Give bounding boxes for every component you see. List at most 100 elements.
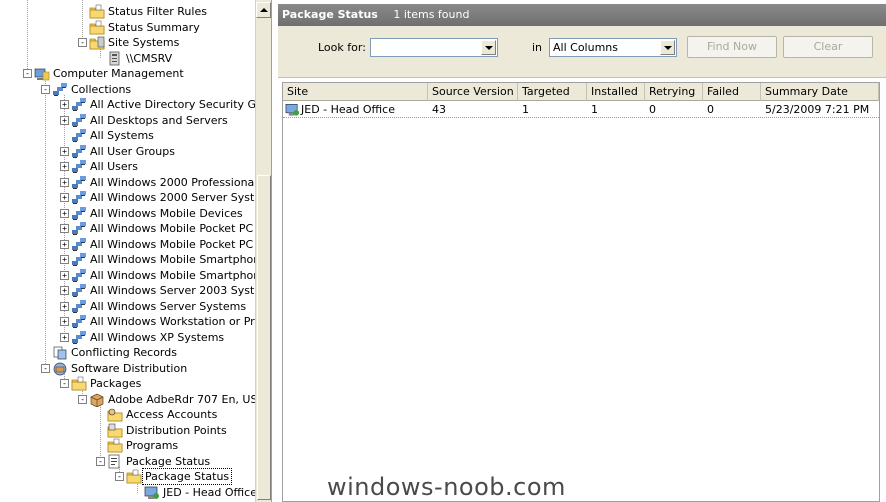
expand-icon[interactable]: +: [60, 208, 69, 218]
tree-item-label: Package Status: [126, 454, 211, 468]
tree-item[interactable]: + All Windows Server 2003 Systems: [0, 283, 271, 298]
tree-item[interactable]: Status Summary: [0, 20, 255, 35]
access-accounts-icon: [107, 408, 123, 422]
expand-icon[interactable]: +: [60, 332, 69, 342]
tree-item-label: Adobe AdbeRdr 707 En, US: [108, 392, 258, 406]
collapse-icon[interactable]: -: [78, 38, 87, 47]
tree-item-label: All Windows 2000 Server Systems: [90, 191, 272, 204]
table-row[interactable]: JED - Head Office 43 1 1 0 0 5/23/2009 7:21 PM: [283, 101, 879, 118]
expand-icon[interactable]: +: [60, 146, 69, 156]
tree-item-label: Distribution Points: [126, 423, 227, 437]
tree-item[interactable]: + All Windows XP Systems: [0, 330, 255, 345]
tree-item[interactable]: + All Windows Mobile Smartphone 2003: [0, 252, 271, 267]
look-for-combo[interactable]: [370, 38, 498, 57]
tree-item[interactable]: + All Windows 2000 Server Systems: [0, 190, 271, 205]
column-header[interactable]: Installed: [587, 83, 645, 101]
column-header[interactable]: Retrying: [645, 83, 703, 101]
list-header: Site Source Version Targeted Installed Retry…: [283, 83, 879, 101]
tree-item[interactable]: + All Users: [0, 159, 255, 174]
tree-item[interactable]: + All Windows Mobile Devices: [0, 206, 255, 221]
package-status-icon: [108, 454, 120, 468]
scroll-thumb[interactable]: [257, 175, 271, 500]
collection-icon: [72, 315, 86, 328]
column-header[interactable]: Failed: [703, 83, 761, 101]
column-header[interactable]: Targeted: [518, 83, 587, 101]
column-header[interactable]: Source Version: [428, 83, 518, 101]
table-cell: 43: [432, 103, 446, 116]
tree-item[interactable]: - Adobe AdbeRdr 707 En, US: [0, 392, 258, 407]
tree-item[interactable]: Programs: [0, 438, 255, 453]
expand-icon[interactable]: +: [60, 162, 69, 171]
tree-item-label: Access Accounts: [126, 408, 218, 421]
expand-icon[interactable]: +: [60, 224, 69, 233]
tree-item[interactable]: - Packages: [0, 376, 255, 391]
tree-item-label: All User Groups: [90, 144, 175, 158]
in-label: in: [532, 41, 543, 54]
tree-item[interactable]: + All Windows Mobile Pocket PC 5.0 Device…: [0, 237, 271, 252]
software-distribution-icon: [53, 362, 67, 375]
tree-item-label: Computer Management: [53, 67, 184, 80]
tree-item[interactable]: + All Active Directory Security Groups: [0, 97, 271, 112]
tree-item[interactable]: Conflicting Records: [0, 345, 255, 360]
expand-icon[interactable]: +: [60, 286, 69, 295]
clear-button[interactable]: Clear: [783, 36, 873, 58]
collapse-icon[interactable]: -: [96, 456, 105, 466]
expand-icon[interactable]: +: [60, 317, 69, 326]
collapse-icon[interactable]: -: [115, 472, 124, 481]
tree-item[interactable]: + All Windows Mobile Pocket PC 2003: [0, 221, 271, 236]
tree-item[interactable]: Access Accounts: [0, 407, 255, 422]
scroll-up-button[interactable]: [256, 2, 271, 18]
collection-icon: [72, 98, 86, 111]
tree-item[interactable]: - Software Distribution: [0, 361, 255, 376]
tree-item[interactable]: - Collections: [0, 82, 255, 97]
collection-icon: [72, 284, 86, 297]
tree-scrollbar[interactable]: [255, 0, 271, 502]
expand-icon[interactable]: +: [60, 239, 69, 249]
computer-management-icon: [34, 68, 50, 81]
tree-item[interactable]: + All User Groups: [0, 144, 255, 159]
collection-icon: [53, 82, 67, 96]
expand-icon[interactable]: +: [60, 193, 69, 202]
expand-icon[interactable]: +: [60, 301, 69, 311]
expand-icon[interactable]: +: [60, 115, 69, 125]
collection-icon: [72, 160, 86, 173]
tree-item[interactable]: \\CMSRV: [0, 51, 255, 66]
tree-item[interactable]: + All Desktops and Servers: [0, 113, 255, 128]
navigation-tree[interactable]: Status Filter Rules Status Summary - Site S…: [0, 0, 272, 502]
expand-icon[interactable]: +: [60, 255, 69, 264]
tree-item[interactable]: JED - Head Office: [0, 485, 257, 500]
tree-item[interactable]: Status Filter Rules: [0, 4, 255, 19]
expand-icon[interactable]: +: [60, 100, 69, 109]
collapse-icon[interactable]: -: [23, 69, 32, 78]
column-header[interactable]: Site: [283, 83, 428, 101]
collapse-icon[interactable]: -: [41, 84, 50, 94]
in-column-combo[interactable]: All Columns: [549, 38, 677, 57]
tree-item-label: All Windows XP Systems: [90, 330, 225, 344]
expand-icon[interactable]: +: [60, 270, 69, 280]
tree-item[interactable]: - Site Systems: [0, 35, 255, 50]
tree-item-label: All Windows 2000 Professional Systems: [90, 175, 271, 189]
distribution-points-icon: [107, 423, 123, 437]
tree-item[interactable]: All Systems: [0, 128, 255, 143]
chevron-down-icon[interactable]: [660, 40, 675, 55]
expand-icon[interactable]: +: [60, 177, 69, 187]
chevron-down-icon[interactable]: [481, 40, 496, 55]
collapse-icon[interactable]: -: [78, 394, 87, 404]
collapse-icon[interactable]: -: [60, 379, 69, 388]
collection-icon: [72, 268, 86, 282]
tree-item[interactable]: + All Windows Server Systems: [0, 299, 255, 314]
tree-item[interactable]: - Package Status: [0, 454, 255, 469]
tree-item-label: Package Status: [141, 468, 233, 485]
tree-item[interactable]: - Package Status: [0, 468, 255, 485]
pane-header: Package Status 1 items found: [278, 4, 886, 26]
tree-item[interactable]: + All Windows 2000 Professional Systems: [0, 175, 271, 190]
tree-item-label: Collections: [71, 82, 132, 96]
column-header[interactable]: Summary Date: [761, 83, 879, 101]
package-status-list[interactable]: Site Source Version Targeted Installed Retry…: [282, 82, 880, 502]
tree-item[interactable]: + All Windows Workstation or Professional…: [0, 314, 271, 329]
tree-item[interactable]: - Computer Management: [0, 66, 255, 81]
find-now-button[interactable]: Find Now: [687, 36, 777, 58]
collapse-icon[interactable]: -: [41, 363, 50, 373]
tree-item[interactable]: + All Windows Mobile Smartphone 5.0: [0, 268, 271, 283]
tree-item[interactable]: Distribution Points: [0, 423, 255, 438]
